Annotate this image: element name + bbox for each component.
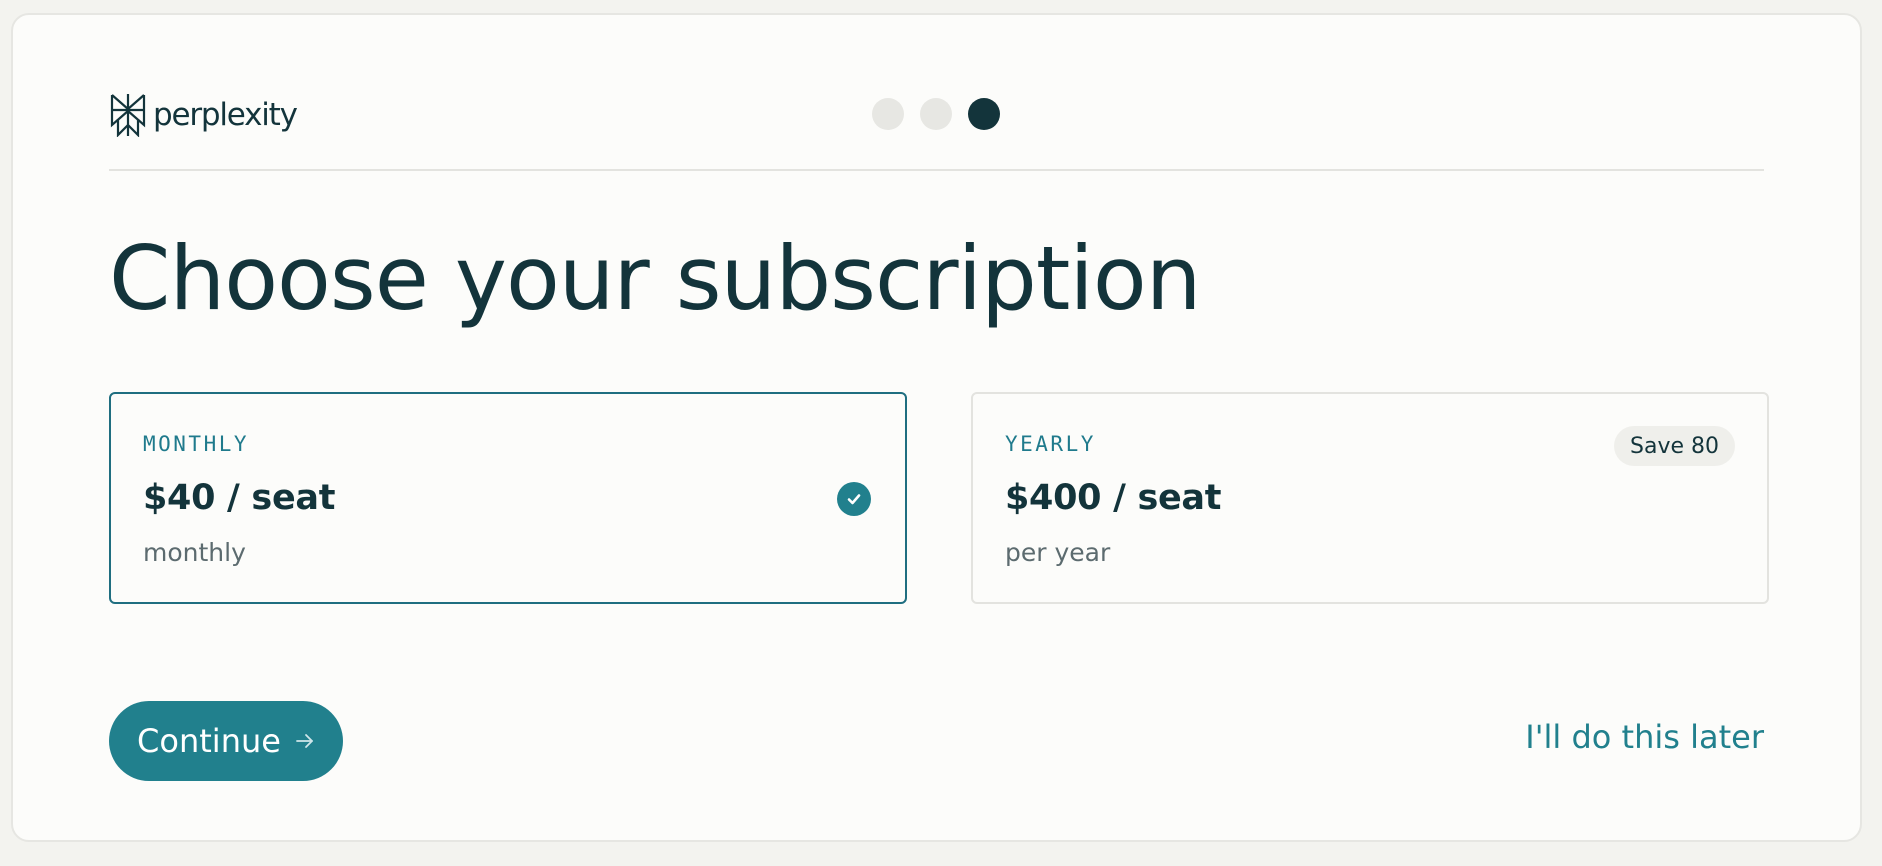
plan-options: MONTHLY $40 / seat monthly YEARLY $400 /… xyxy=(109,392,1769,604)
continue-label: Continue xyxy=(137,722,281,760)
brand-name: perplexity xyxy=(153,96,298,133)
card-content: perplexity Choose your subscription MONT… xyxy=(109,15,1769,840)
plan-period: monthly xyxy=(143,538,246,567)
plan-label: MONTHLY xyxy=(143,432,250,456)
plan-price: $40 / seat xyxy=(143,478,336,518)
continue-button[interactable]: Continue xyxy=(109,701,343,781)
plan-option-yearly[interactable]: YEARLY $400 / seat per year Save 80 xyxy=(971,392,1769,604)
selected-check-icon xyxy=(837,482,871,516)
brand-logo: perplexity xyxy=(109,93,298,137)
onboarding-card: perplexity Choose your subscription MONT… xyxy=(11,13,1862,842)
step-dot-2 xyxy=(920,98,952,130)
plan-price: $400 / seat xyxy=(1005,478,1222,518)
step-dot-1 xyxy=(872,98,904,130)
step-dot-3-active xyxy=(968,98,1000,130)
page-title: Choose your subscription xyxy=(109,227,1201,330)
savings-badge: Save 80 xyxy=(1614,426,1735,466)
skip-link[interactable]: I'll do this later xyxy=(1525,718,1764,756)
step-indicator xyxy=(872,98,1000,130)
plan-option-monthly[interactable]: MONTHLY $40 / seat monthly xyxy=(109,392,907,604)
arrow-right-icon xyxy=(296,734,313,748)
perplexity-logo-icon xyxy=(110,94,146,137)
header: perplexity xyxy=(109,79,1764,171)
plan-label: YEARLY xyxy=(1005,432,1096,456)
plan-period: per year xyxy=(1005,538,1111,567)
